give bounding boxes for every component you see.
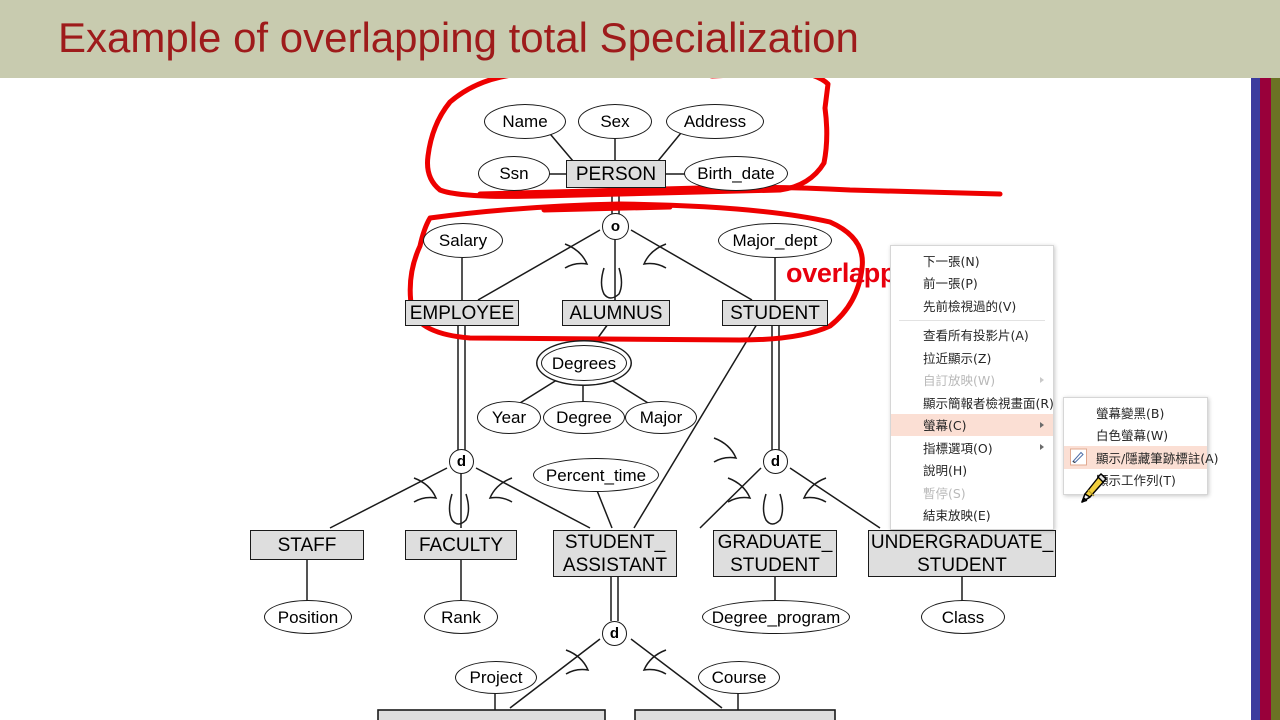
menu-item-label: 螢幕變黑(B) [1096,405,1165,421]
chevron-right-icon [1040,421,1044,428]
slideshow-context-menu[interactable]: 下一張(N) 前一張(P) 先前檢視過的(V) 查看所有投影片(A) 拉近顯示(… [890,245,1054,530]
attribute-degree: Degree [543,401,625,434]
menu-item-next-slide[interactable]: 下一張(N) [891,249,1053,272]
menu-item-pause: 暫停(S) [891,481,1053,504]
menu-item-label: 說明(H) [923,463,968,479]
entity-person: PERSON [566,160,666,188]
attribute-ssn: Ssn [478,156,550,191]
stripe-crimson [1260,78,1271,720]
specialization-circle-overlapping: o [602,213,629,240]
menu-item-end-show[interactable]: 結束放映(E) [891,504,1053,527]
specialization-circle-disjoint-assistant: d [602,621,627,646]
menu-item-last-viewed[interactable]: 先前檢視過的(V) [891,294,1053,317]
menu-item-label: 顯示/隱藏筆跡標註(A) [1096,450,1219,466]
attribute-sex: Sex [578,104,652,139]
menu-item-label: 暫停(S) [923,485,966,501]
menu-item-pointer-options[interactable]: 指標選項(O) [891,436,1053,459]
menu-item-zoom-in[interactable]: 拉近顯示(Z) [891,346,1053,369]
attribute-degree-program: Degree_program [702,600,850,634]
attribute-birth-date: Birth_date [684,156,788,191]
attribute-rank: Rank [424,600,498,634]
attribute-name: Name [484,104,566,139]
specialization-circle-disjoint-employee: d [449,449,474,474]
menu-separator [899,319,1045,321]
specialization-circle-disjoint-student: d [763,449,788,474]
menu-item-help[interactable]: 說明(H) [891,459,1053,482]
entity-employee: EMPLOYEE [405,300,519,326]
attribute-class: Class [921,600,1005,634]
entity-undergraduate-student: UNDERGRADUATE_ STUDENT [868,530,1056,577]
decorative-edge-stripes [1250,78,1280,720]
entity-staff: STAFF [250,530,364,560]
stripe-olive [1271,78,1280,720]
menu-item-label: 結束放映(E) [923,508,991,524]
menu-item-label: 螢幕(C) [923,418,967,434]
attribute-salary: Salary [423,223,503,258]
attribute-major-dept: Major_dept [718,223,832,258]
menu-item-custom-show: 自訂放映(W) [891,369,1053,392]
chevron-right-icon [1040,444,1044,451]
entity-graduate-student: GRADUATE_ STUDENT [713,530,837,577]
menu-item-label: 指標選項(O) [923,440,993,456]
entity-alumnus: ALUMNUS [562,300,670,326]
bottom-cutoff-boxes [377,709,836,720]
submenu-item-white-screen[interactable]: 白色螢幕(W) [1064,424,1207,447]
entity-student: STUDENT [722,300,828,326]
menu-item-see-all-slides[interactable]: 查看所有投影片(A) [891,324,1053,347]
submenu-item-show-hide-ink-markup[interactable]: 顯示/隱藏筆跡標註(A) [1064,446,1219,469]
ink-annotation-icon [1070,448,1087,466]
stripe-blue [1251,78,1260,720]
entity-student-assistant: STUDENT_ ASSISTANT [553,530,677,577]
menu-item-label: 前一張(P) [923,276,978,292]
page-title: Example of overlapping total Specializat… [58,14,859,61]
entity-faculty: FACULTY [405,530,517,560]
menu-item-label: 顯示簡報者檢視畫面(R) [923,395,1054,411]
menu-item-screen[interactable]: 螢幕(C) [891,413,1053,436]
attribute-degrees: Degrees [541,345,627,381]
slide-canvas: Example of overlapping total Specializat… [0,0,1280,720]
attribute-major: Major [625,401,697,434]
menu-item-label: 先前檢視過的(V) [923,298,1017,314]
attribute-project: Project [455,661,537,694]
pen-cursor-icon [1076,470,1110,508]
menu-item-label: 查看所有投影片(A) [923,328,1029,344]
attribute-course: Course [698,661,780,694]
menu-item-label: 白色螢幕(W) [1096,428,1169,444]
attribute-address: Address [666,104,764,139]
attribute-year: Year [477,401,541,434]
menu-item-label: 下一張(N) [923,253,980,269]
attribute-percent-time: Percent_time [533,458,659,492]
submenu-item-black-screen[interactable]: 螢幕變黑(B) [1064,401,1207,424]
menu-item-previous-slide[interactable]: 前一張(P) [891,272,1053,295]
menu-item-label: 自訂放映(W) [923,373,996,389]
chevron-right-icon [1040,376,1044,383]
attribute-position: Position [264,600,352,634]
menu-item-label: 拉近顯示(Z) [923,350,992,366]
menu-item-show-presenter-view[interactable]: 顯示簡報者檢視畫面(R) [891,391,1054,414]
